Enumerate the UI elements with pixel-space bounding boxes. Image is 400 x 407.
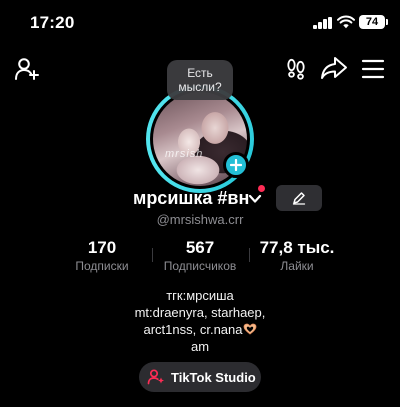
wifi-icon [337,15,355,29]
add-story-button[interactable] [223,152,249,178]
bio-line: arct1nss, cr.nana [0,321,400,338]
footprint-icon[interactable] [284,57,308,81]
following-stat[interactable]: 170 Подписки [60,238,144,274]
pencil-icon [292,192,306,205]
followers-label: Подписчиков [163,259,237,273]
following-count: 170 [87,238,117,257]
thoughts-bubble[interactable]: Есть мысли? [167,60,233,100]
stat-divider [249,248,250,262]
bubble-line-1: Есть [187,66,213,80]
followers-stat[interactable]: 567 Подписчиков [156,238,244,274]
username: @mrsishwa.crr [156,212,244,227]
status-time: 17:20 [30,13,75,32]
stat-divider [152,248,153,262]
heart-hands-icon [243,323,256,335]
bio-line: am [190,339,210,354]
likes-label: Лайки [280,259,314,273]
tiktok-studio-button[interactable]: TikTok Studio [139,362,261,392]
tiktok-studio-label: TikTok Studio [171,369,256,385]
studio-icon [147,369,164,385]
following-label: Подписки [75,259,129,273]
menu-icon[interactable] [361,58,385,80]
bio: тгк:мрсиша mt:draenyra, starhaep, arct1n… [0,287,400,355]
bubble-line-2: мысли? [178,80,222,94]
likes-count: 77,8 тыс. [259,238,335,257]
battery-icon: 74 [359,15,388,29]
bio-line: тгк:мрсиша [166,288,234,303]
bio-line-text: arct1nss, cr.nana [143,322,243,337]
notification-dot [258,185,265,192]
chevron-down-icon[interactable] [248,193,262,205]
share-icon[interactable] [320,55,348,81]
plus-icon [230,159,242,171]
likes-stat[interactable]: 77,8 тыс. Лайки [253,238,341,274]
avatar-watermark: mrsish [165,148,204,160]
add-friend-icon[interactable] [14,56,40,82]
display-name[interactable]: мрсишка #вн [133,188,249,209]
status-bar: 17:20 74 [0,0,400,46]
followers-count: 567 [185,238,215,257]
edit-profile-button[interactable] [276,185,322,211]
signal-icon [313,17,333,29]
bio-line: mt:draenyra, starhaep, [134,305,266,320]
